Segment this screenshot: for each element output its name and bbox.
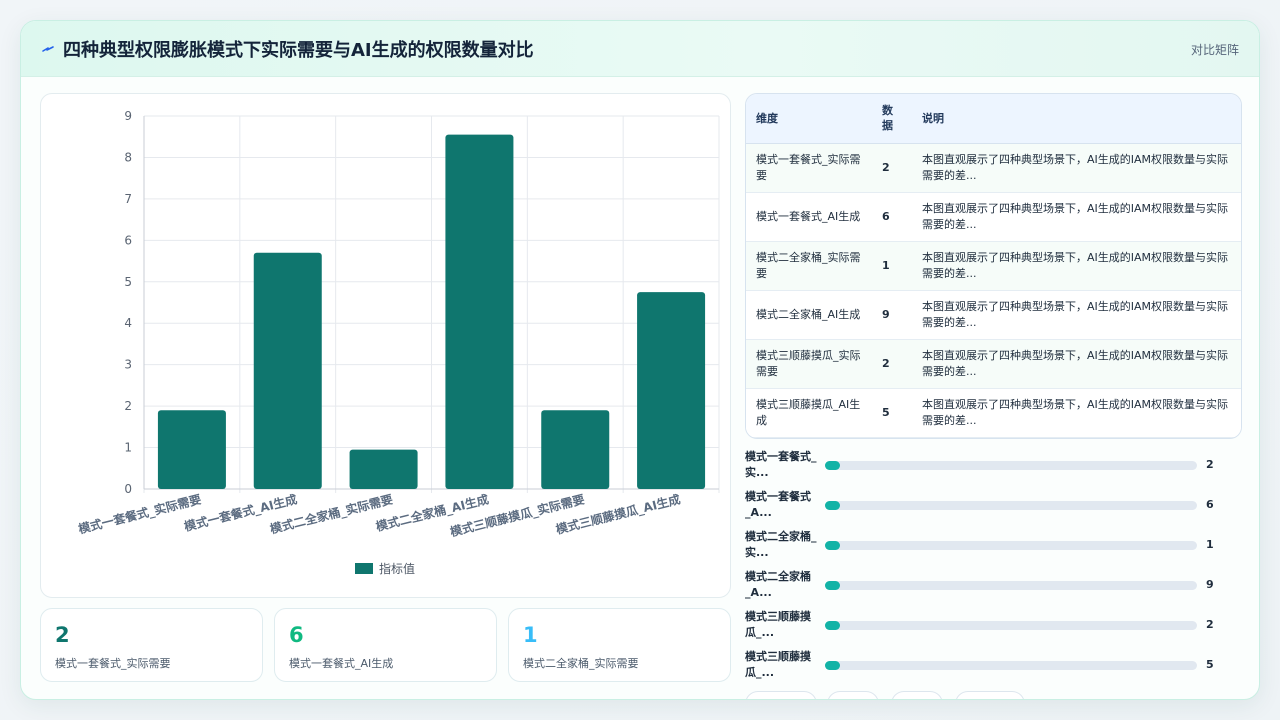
data-table-panel: 维度 数据 说明 模式一套餐式_实际需要 2 本图直观展示了四种典型场景下，AI… <box>745 93 1242 439</box>
y-tick-label: 6 <box>124 233 132 247</box>
cell-val: 2 <box>882 160 890 174</box>
filter-chip-4[interactable] <box>955 691 1025 699</box>
header: 四种典型权限膨胀模式下实际需要与AI生成的权限数量对比 对比矩阵 <box>21 21 1259 77</box>
cell-val: 1 <box>882 258 890 272</box>
cell-desc: 本图直观展示了四种典型场景下，AI生成的IAM权限数量与实际需要的差... <box>922 348 1229 378</box>
progress-row: 模式一套餐式_A... 6 <box>745 489 1245 525</box>
kpi-card-1: 2 模式一套餐式_实际需要 <box>40 608 263 682</box>
y-tick-label: 5 <box>124 275 132 289</box>
y-tick-label: 8 <box>124 150 132 164</box>
kpi-value: 6 <box>289 623 304 647</box>
cell-dim: 模式二全家桶_实际需要 <box>756 250 861 280</box>
progress-track <box>825 501 1197 510</box>
y-tick-label: 0 <box>124 482 132 496</box>
cell-desc: 本图直观展示了四种典型场景下，AI生成的IAM权限数量与实际需要的差... <box>922 299 1229 329</box>
progress-label: 模式二全家桶_实... <box>745 530 817 559</box>
y-tick-label: 2 <box>124 399 132 413</box>
progress-value: 5 <box>1206 658 1214 671</box>
progress-fill <box>825 461 840 470</box>
table-row[interactable]: 模式一套餐式_AI生成 6 本图直观展示了四种典型场景下，AI生成的IAM权限数… <box>746 192 1241 241</box>
progress-row: 模式三顺藤摸瓜_... 5 <box>745 649 1245 685</box>
progress-label: 模式三顺藤摸瓜_... <box>745 650 811 679</box>
filter-chip-1[interactable] <box>745 691 817 699</box>
bar <box>637 292 706 489</box>
progress-row: 模式二全家桶_A... 9 <box>745 569 1245 605</box>
progress-label: 模式一套餐式_A... <box>745 490 811 519</box>
table-row[interactable]: 模式一套餐式_实际需要 2 本图直观展示了四种典型场景下，AI生成的IAM权限数… <box>746 143 1241 192</box>
progress-fill <box>825 581 840 590</box>
table-row[interactable]: 模式二全家桶_AI生成 9 本图直观展示了四种典型场景下，AI生成的IAM权限数… <box>746 290 1241 339</box>
y-tick-label: 3 <box>124 358 132 372</box>
kpi-card-2: 6 模式一套餐式_AI生成 <box>274 608 497 682</box>
view-label[interactable]: 对比矩阵 <box>1191 41 1239 58</box>
progress-label: 模式三顺藤摸瓜_... <box>745 610 811 639</box>
x-tick-label: 模式一套餐式_实际需要 <box>77 491 203 537</box>
y-tick-label: 4 <box>124 316 132 330</box>
kpi-value: 2 <box>55 623 70 647</box>
column-header-val: 数据 <box>872 94 912 144</box>
progress-value: 2 <box>1206 458 1214 471</box>
bar <box>349 449 418 489</box>
table-header-row: 维度 数据 说明 <box>746 94 1241 144</box>
bar-chart-panel: 0 1 2 3 4 5 6 7 8 9 模式一套餐式_实际需要 模式一套餐式_AI生成 模式二全家桶_实… <box>40 93 731 598</box>
kpi-label: 模式一套餐式_实际需要 <box>55 657 171 670</box>
table-row[interactable]: 模式二全家桶_实际需要 1 本图直观展示了四种典型场景下，AI生成的IAM权限数… <box>746 241 1241 290</box>
y-tick-label: 7 <box>124 192 132 206</box>
progress-row: 模式三顺藤摸瓜_... 2 <box>745 609 1245 645</box>
bar-chart: 0123456789模式一套餐式_实际需要模式一套餐式_AI生成模式二全家桶_实… <box>77 109 720 576</box>
kpi-label: 模式一套餐式_AI生成 <box>289 657 394 670</box>
bar <box>253 252 322 489</box>
bar <box>541 410 610 489</box>
progress-value: 1 <box>1206 538 1214 551</box>
progress-track <box>825 541 1197 550</box>
progress-value: 2 <box>1206 618 1214 631</box>
cell-dim: 模式二全家桶_AI生成 <box>756 307 861 321</box>
y-tick-label: 1 <box>124 441 132 455</box>
kpi-card-3: 1 模式二全家桶_实际需要 <box>508 608 731 682</box>
page-title: 四种典型权限膨胀模式下实际需要与AI生成的权限数量对比 <box>63 40 534 61</box>
cell-desc: 本图直观展示了四种典型场景下，AI生成的IAM权限数量与实际需要的差... <box>922 152 1229 182</box>
cell-desc: 本图直观展示了四种典型场景下，AI生成的IAM权限数量与实际需要的差... <box>922 250 1229 280</box>
bar <box>445 134 514 489</box>
cell-val: 2 <box>882 356 890 370</box>
cell-val: 9 <box>882 307 890 321</box>
progress-fill <box>825 541 840 550</box>
column-header-dim: 维度 <box>746 94 872 144</box>
column-header-desc: 说明 <box>912 94 1241 144</box>
progress-row: 模式二全家桶_实... 1 <box>745 529 1245 565</box>
filter-chip-3[interactable] <box>891 691 943 699</box>
cell-dim: 模式一套餐式_AI生成 <box>756 209 861 223</box>
kpi-label: 模式二全家桶_实际需要 <box>523 657 639 670</box>
progress-label: 模式二全家桶_A... <box>745 570 811 599</box>
table-row[interactable]: 模式三顺藤摸瓜_AI生成 5 本图直观展示了四种典型场景下，AI生成的IAM权限… <box>746 388 1241 437</box>
legend-swatch <box>355 563 373 574</box>
data-table: 维度 数据 说明 模式一套餐式_实际需要 2 本图直观展示了四种典型场景下，AI… <box>746 94 1241 438</box>
progress-track <box>825 581 1197 590</box>
cell-dim: 模式三顺藤摸瓜_AI生成 <box>756 397 861 427</box>
cell-dim: 模式一套餐式_实际需要 <box>756 152 861 182</box>
lightning-icon <box>42 46 54 52</box>
kpi-value: 1 <box>523 623 538 647</box>
progress-label: 模式一套餐式_实... <box>745 450 817 479</box>
progress-track <box>825 621 1197 630</box>
cell-desc: 本图直观展示了四种典型场景下，AI生成的IAM权限数量与实际需要的差... <box>922 201 1229 231</box>
progress-track <box>825 461 1197 470</box>
progress-fill <box>825 661 840 670</box>
bar <box>157 410 226 489</box>
cell-desc: 本图直观展示了四种典型场景下，AI生成的IAM权限数量与实际需要的差... <box>922 397 1229 427</box>
progress-fill <box>825 621 840 630</box>
table-row[interactable]: 模式三顺藤摸瓜_实际需要 2 本图直观展示了四种典型场景下，AI生成的IAM权限… <box>746 339 1241 388</box>
progress-fill <box>825 501 840 510</box>
filter-chip-2[interactable] <box>827 691 879 699</box>
dashboard-card: 四种典型权限膨胀模式下实际需要与AI生成的权限数量对比 对比矩阵 0 1 2 3 4 5 6… <box>20 20 1260 700</box>
cell-val: 6 <box>882 209 890 223</box>
progress-value: 6 <box>1206 498 1214 511</box>
cell-val: 5 <box>882 405 890 419</box>
cell-dim: 模式三顺藤摸瓜_实际需要 <box>756 348 861 378</box>
progress-value: 9 <box>1206 578 1214 591</box>
progress-track <box>825 661 1197 670</box>
legend-label: 指标值 <box>379 561 415 576</box>
y-tick-label: 9 <box>124 109 132 123</box>
progress-row: 模式一套餐式_实... 2 <box>745 449 1245 485</box>
